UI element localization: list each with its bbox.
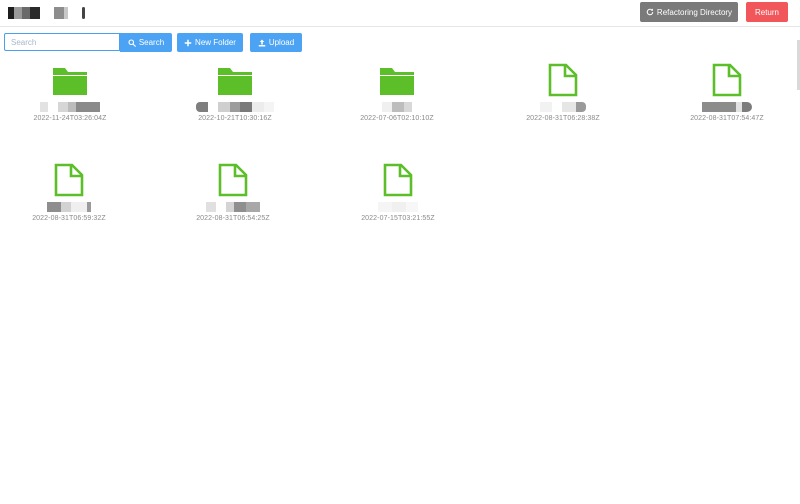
redacted-name bbox=[382, 102, 412, 112]
return-button[interactable]: Return bbox=[746, 2, 788, 22]
item-date: 2022-08-31T06:54:25Z bbox=[196, 215, 270, 222]
item-date: 2022-08-31T06:59:32Z bbox=[32, 215, 106, 222]
redacted-name bbox=[540, 102, 586, 112]
file-icon bbox=[383, 163, 413, 197]
redacted-name bbox=[378, 202, 418, 212]
redacted-name bbox=[206, 202, 260, 212]
item-date: 2022-08-31T06:28:38Z bbox=[526, 115, 600, 122]
new-folder-button[interactable]: New Folder bbox=[177, 33, 243, 52]
search-icon bbox=[128, 38, 136, 47]
redacted-title bbox=[8, 7, 85, 19]
upload-label: Upload bbox=[268, 38, 295, 47]
file-icon bbox=[548, 63, 578, 97]
folder-item[interactable]: 2022-11-24T03:26:04Z bbox=[0, 62, 145, 122]
file-item[interactable]: 2022-08-31T06:59:32Z bbox=[0, 162, 144, 222]
item-date: 2022-10-21T10:30:16Z bbox=[198, 115, 272, 122]
upload-icon bbox=[258, 39, 266, 46]
item-date: 2022-08-31T07:54:47Z bbox=[690, 115, 764, 122]
folder-item[interactable]: 2022-10-21T10:30:16Z bbox=[160, 62, 310, 122]
file-item[interactable]: 2022-08-31T07:54:47Z bbox=[652, 62, 800, 122]
item-date: 2022-11-24T03:26:04Z bbox=[33, 115, 107, 122]
folder-icon bbox=[380, 68, 414, 95]
refactor-directory-button[interactable]: Refactoring Directory bbox=[640, 2, 738, 22]
top-bar: Refactoring Directory Return bbox=[0, 0, 800, 27]
folder-icon bbox=[218, 68, 252, 95]
item-date: 2022-07-06T02:10:10Z bbox=[360, 115, 434, 122]
search-input[interactable] bbox=[4, 33, 120, 51]
redacted-name bbox=[196, 102, 274, 112]
file-icon bbox=[218, 163, 248, 197]
refresh-icon bbox=[646, 8, 654, 16]
redacted-name bbox=[702, 102, 752, 112]
redacted-name bbox=[47, 202, 91, 212]
new-folder-label: New Folder bbox=[195, 38, 236, 47]
folder-icon bbox=[53, 68, 87, 95]
upload-button[interactable]: Upload bbox=[250, 33, 302, 52]
return-label: Return bbox=[754, 7, 779, 17]
search-button[interactable]: Search bbox=[120, 33, 172, 52]
file-item[interactable]: 2022-08-31T06:54:25Z bbox=[158, 162, 308, 222]
file-item[interactable]: 2022-07-15T03:21:55Z bbox=[323, 162, 473, 222]
redacted-name bbox=[40, 102, 100, 112]
plus-icon bbox=[184, 39, 192, 46]
file-icon bbox=[54, 163, 84, 197]
item-date: 2022-07-15T03:21:55Z bbox=[361, 215, 435, 222]
file-item[interactable]: 2022-08-31T06:28:38Z bbox=[488, 62, 638, 122]
folder-item[interactable]: 2022-07-06T02:10:10Z bbox=[322, 62, 472, 122]
refactor-directory-label: Refactoring Directory bbox=[656, 7, 733, 17]
search-button-label: Search bbox=[138, 38, 165, 47]
file-icon bbox=[712, 63, 742, 97]
